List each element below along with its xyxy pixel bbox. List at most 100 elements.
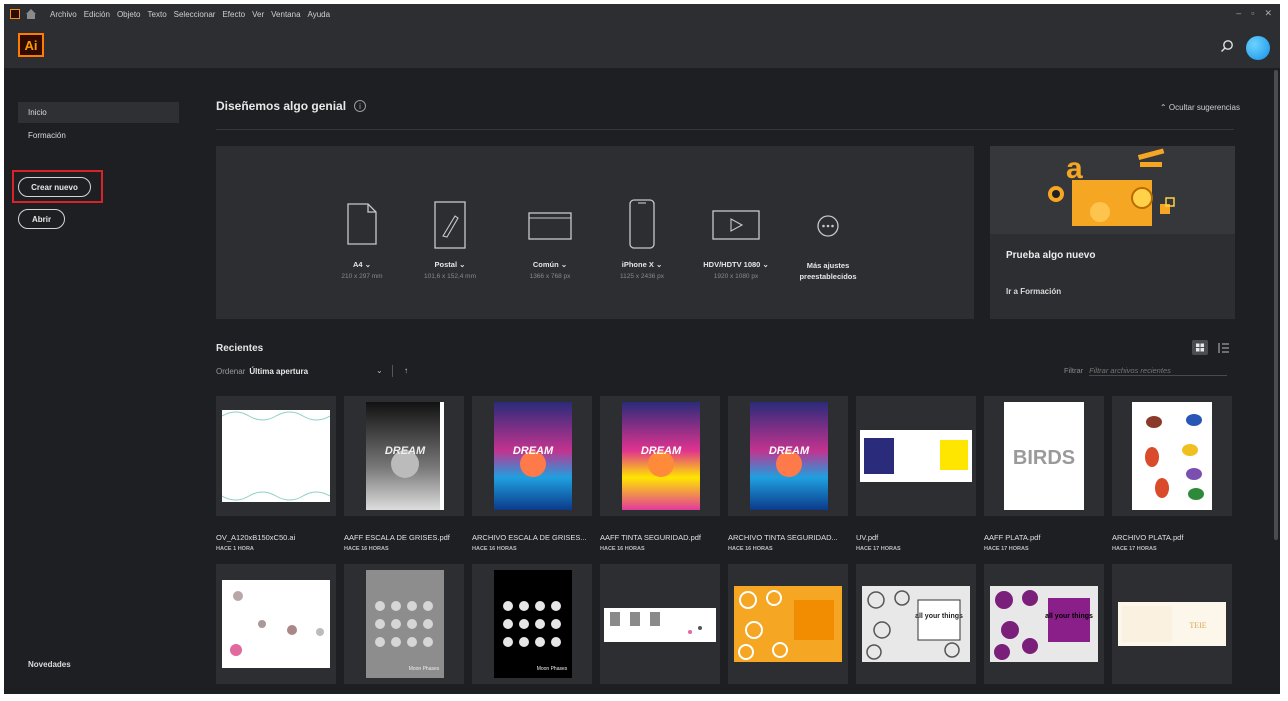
sort-direction-icon[interactable]: ↑: [404, 366, 408, 375]
promo-illustration: a: [990, 146, 1235, 234]
file-preview: all your things: [862, 586, 970, 662]
maximize-button[interactable]: ▫: [1251, 8, 1254, 19]
document-icon: [347, 203, 377, 245]
thumb-text: DREAM: [769, 445, 810, 457]
close-button[interactable]: ✕: [1264, 8, 1272, 19]
hide-suggestions-label: Ocultar sugerencias: [1168, 103, 1240, 112]
create-new-button[interactable]: Crear nuevo: [18, 177, 91, 197]
file-preview: DREAM: [494, 402, 572, 510]
recent-file-thumb[interactable]: [1112, 396, 1232, 516]
hide-suggestions-link[interactable]: ⌃ Ocultar sugerencias: [1160, 103, 1240, 112]
file-preview: [1132, 402, 1212, 510]
preset-size: 101,6 x 152,4 mm: [423, 273, 477, 280]
thumb-text: BIRDS: [1013, 447, 1075, 469]
recent-file-thumb[interactable]: all your things: [984, 564, 1104, 684]
preset-comun[interactable]: Común ⌄ 1366 x 768 px: [504, 146, 596, 319]
recent-file-thumb[interactable]: DREAM: [472, 396, 592, 516]
home-icon[interactable]: [26, 8, 36, 19]
preset-label: HDV/HDTV 1080 ⌄: [703, 260, 769, 269]
open-button[interactable]: Abrir: [18, 209, 65, 229]
menubar: Archivo Edición Objeto Texto Seleccionar…: [4, 4, 1280, 24]
recent-file-thumb[interactable]: DREAM: [344, 396, 464, 516]
avatar[interactable]: [1246, 36, 1270, 60]
file-date: HACE 16 HORAS: [728, 546, 773, 552]
preset-a4[interactable]: A4 ⌄ 210 x 297 mm: [316, 146, 408, 319]
preset-hdtv[interactable]: HDV/HDTV 1080 ⌄ 1920 x 1080 px: [690, 146, 782, 319]
file-name[interactable]: AAFF ESCALA DE GRISES.pdf: [344, 533, 468, 542]
file-preview: [222, 580, 330, 668]
app-header: Ai: [4, 24, 1280, 68]
file-name[interactable]: ARCHIVO PLATA.pdf: [1112, 533, 1236, 542]
recent-file-thumb[interactable]: [600, 564, 720, 684]
chevron-down-icon[interactable]: ⌄: [376, 366, 383, 375]
list-view-icon[interactable]: [1218, 342, 1230, 354]
minimize-button[interactable]: –: [1236, 8, 1241, 19]
file-name[interactable]: AAFF TINTA SEGURIDAD.pdf: [600, 533, 724, 542]
file-preview: [604, 608, 716, 642]
menu-ventana[interactable]: Ventana: [271, 10, 300, 19]
promo-title: Prueba algo nuevo: [1006, 250, 1096, 261]
recent-file-thumb[interactable]: [216, 396, 336, 516]
video-icon: [712, 210, 760, 240]
scrollbar[interactable]: [1274, 70, 1278, 540]
phone-icon: [629, 199, 655, 249]
sidebar-item-novedades[interactable]: Novedades: [28, 660, 71, 669]
info-icon[interactable]: i: [354, 100, 367, 112]
file-name[interactable]: UV.pdf: [856, 533, 980, 542]
more-icon: [817, 215, 839, 237]
thumb-text: all your things: [915, 613, 963, 620]
window-controls: – ▫ ✕: [1236, 8, 1272, 19]
menu-objeto[interactable]: Objeto: [117, 10, 141, 19]
menu-texto[interactable]: Texto: [148, 10, 167, 19]
preset-postal[interactable]: Postal ⌄ 101,6 x 152,4 mm: [404, 146, 496, 319]
preset-more[interactable]: Más ajustes preestablecidos: [782, 146, 874, 319]
thumb-text: Moon Phases: [537, 666, 568, 672]
menu-efecto[interactable]: Efecto: [222, 10, 245, 19]
sidebar: Inicio Formación Crear nuevo Abrir Noved…: [4, 68, 194, 694]
preset-iphone-x[interactable]: iPhone X ⌄ 1125 x 2436 px: [596, 146, 688, 319]
file-preview: [734, 586, 842, 662]
menu-seleccionar[interactable]: Seleccionar: [174, 10, 216, 19]
sidebar-item-formacion[interactable]: Formación: [18, 125, 179, 146]
file-preview: [860, 430, 972, 482]
recent-file-thumb[interactable]: BIRDS: [984, 396, 1104, 516]
sidebar-item-inicio[interactable]: Inicio: [18, 102, 179, 123]
sort-control[interactable]: Ordenar Última apertura: [216, 367, 308, 376]
web-icon: [528, 212, 572, 240]
file-name[interactable]: ARCHIVO ESCALA DE GRISES...: [472, 533, 596, 542]
menu-ayuda[interactable]: Ayuda: [308, 10, 331, 19]
recent-file-thumb[interactable]: [856, 396, 976, 516]
recent-file-thumb[interactable]: [216, 564, 336, 684]
recent-file-thumb[interactable]: Moon Phases: [344, 564, 464, 684]
recent-file-thumb[interactable]: all your things: [856, 564, 976, 684]
grid-view-icon[interactable]: [1192, 340, 1208, 355]
preset-label: Común ⌄: [532, 260, 568, 269]
brush-document-icon: [434, 201, 466, 249]
sort-value[interactable]: Última apertura: [249, 367, 308, 376]
recent-file-thumb[interactable]: DREAM: [600, 396, 720, 516]
recent-file-thumb[interactable]: TEIE: [1112, 564, 1232, 684]
file-name[interactable]: AAFF PLATA.pdf: [984, 533, 1108, 542]
menu-archivo[interactable]: Archivo: [50, 10, 77, 19]
recent-file-thumb[interactable]: Moon Phases: [472, 564, 592, 684]
file-date: HACE 17 HORAS: [1112, 546, 1157, 552]
file-name[interactable]: OV_A120xB150xC50.ai: [216, 533, 340, 542]
thumb-text: DREAM: [513, 445, 554, 457]
filter-input[interactable]: [1089, 366, 1228, 376]
file-preview: DREAM: [366, 402, 444, 510]
go-to-learn-link[interactable]: Ir a Formación: [1006, 287, 1061, 296]
file-preview: all your things: [990, 586, 1098, 662]
file-preview: BIRDS: [1004, 402, 1084, 510]
app-icon[interactable]: [10, 9, 20, 19]
menu-edicion[interactable]: Edición: [84, 10, 110, 19]
page-title: Diseñemos algo genial i: [216, 99, 367, 113]
file-preview: Moon Phases: [494, 570, 572, 678]
recent-file-thumb[interactable]: [728, 564, 848, 684]
recent-file-thumb[interactable]: DREAM: [728, 396, 848, 516]
menu-ver[interactable]: Ver: [252, 10, 264, 19]
preset-label: Postal ⌄: [434, 260, 466, 269]
preset-label: iPhone X ⌄: [621, 260, 663, 269]
promo-card[interactable]: a Prueba algo nuevo Ir a Formación: [990, 146, 1235, 319]
file-name[interactable]: ARCHIVO TINTA SEGURIDAD...: [728, 533, 852, 542]
search-icon[interactable]: [1220, 39, 1234, 53]
